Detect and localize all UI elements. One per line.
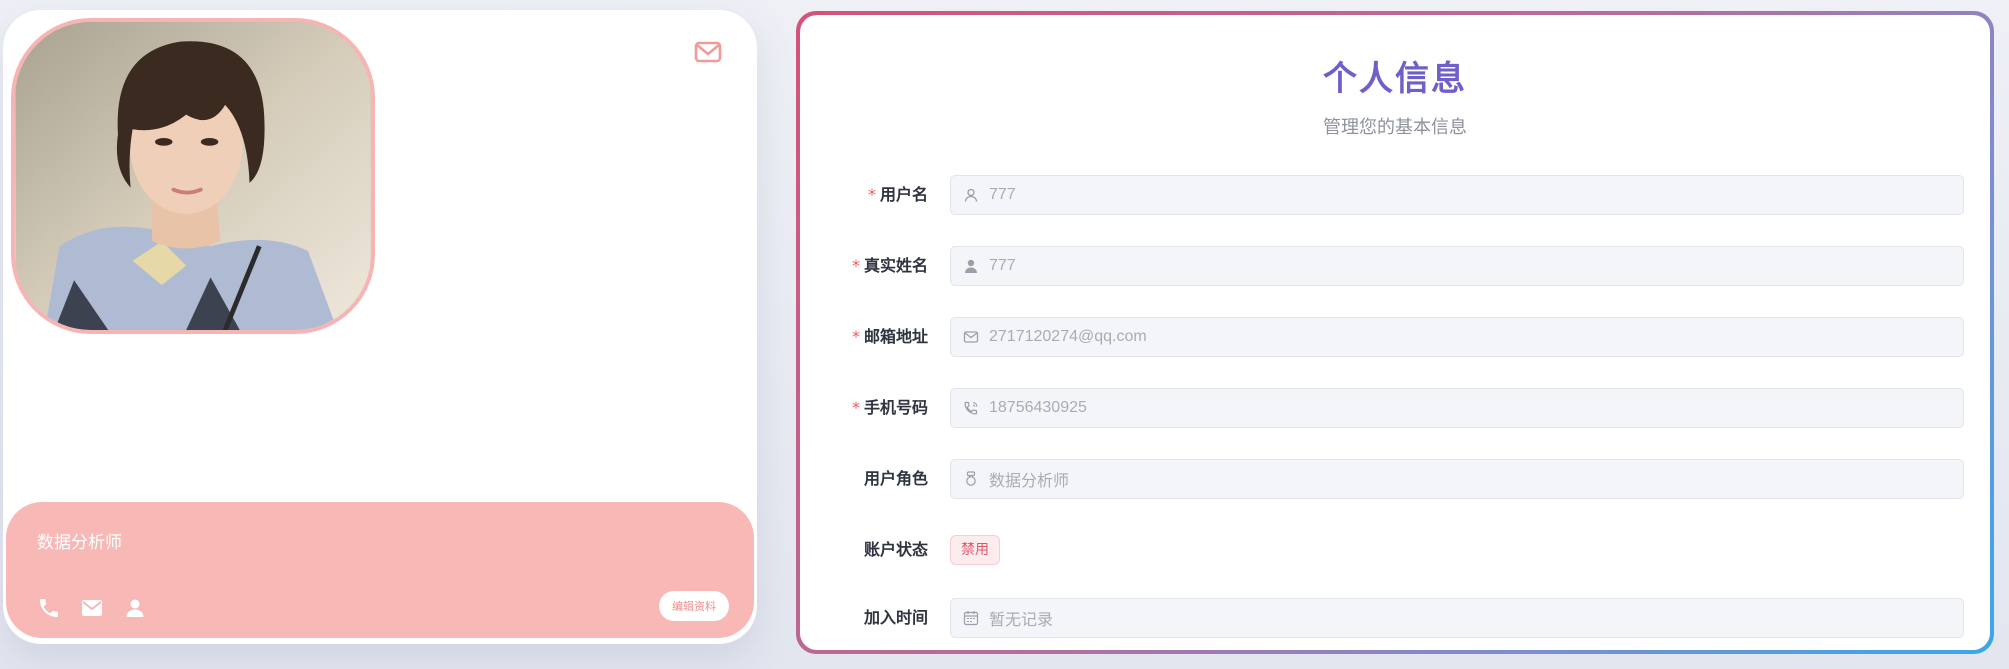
mail-icon[interactable] (80, 596, 104, 620)
form-row-status: 账户状态 禁用 (800, 530, 1990, 570)
joined-input[interactable] (989, 599, 1949, 637)
badge-icon (966, 471, 976, 486)
realname-input[interactable] (989, 247, 1949, 285)
email-label: * 邮箱地址 (851, 327, 928, 346)
user-icon[interactable] (123, 596, 147, 620)
form-row-phone: * 手机号码 (800, 388, 1990, 428)
mail-icon[interactable] (693, 37, 723, 67)
username-input[interactable] (989, 176, 1949, 214)
user-outline-icon (964, 188, 978, 202)
role-caption: 数据分析师 (37, 533, 122, 553)
required-mark: * (867, 185, 876, 204)
avatar-photo (15, 22, 371, 330)
required-mark: * (851, 256, 860, 275)
role-input[interactable] (989, 460, 1949, 498)
mail-icon (963, 331, 979, 343)
phone-field[interactable] (950, 388, 1964, 428)
role-field[interactable] (950, 459, 1964, 499)
role-label: 用户角色 (863, 469, 928, 488)
phone-icon (964, 401, 978, 415)
form-row-role: 用户角色 (800, 459, 1990, 499)
required-mark: * (851, 327, 860, 346)
page-subtitle: 管理您的基本信息 (1323, 117, 1467, 138)
user-filled-icon (965, 259, 977, 273)
edit-profile-button[interactable]: 编辑资料 (659, 591, 729, 621)
form-row-joined: 加入时间 (800, 598, 1990, 638)
required-mark: * (851, 398, 860, 417)
phone-label: * 手机号码 (851, 398, 928, 417)
phone-icon[interactable] (37, 596, 61, 620)
phone-input[interactable] (989, 389, 1949, 427)
email-field[interactable] (950, 317, 1964, 357)
info-card: 个人信息 管理您的基本信息 *用户名 *真实姓名 (796, 11, 1994, 654)
joined-field[interactable] (950, 598, 1964, 638)
profile-card: 数据分析师 编辑资料 (3, 10, 757, 644)
profile-footer: 数据分析师 编辑资料 (6, 502, 754, 638)
realname-label: * 真实姓名 (851, 256, 928, 275)
form-row-realname: * 真实姓名 (800, 246, 1990, 286)
status-badge: 禁用 (950, 535, 1000, 565)
avatar (11, 18, 375, 334)
realname-field[interactable] (950, 246, 1964, 286)
username-label: * 用户名 (867, 185, 928, 204)
username-field[interactable] (950, 175, 1964, 215)
page-title: 个人信息 (1323, 59, 1467, 99)
info-card-body: 个人信息 管理您的基本信息 *用户名 *真实姓名 (800, 15, 1990, 650)
form-row-email: * 邮箱地址 (800, 317, 1990, 357)
email-input[interactable] (989, 318, 1949, 356)
calendar-icon (963, 611, 979, 626)
joined-label: 加入时间 (863, 608, 928, 627)
form-row-username: * 用户名 (800, 175, 1990, 215)
status-label: 账户状态 (863, 540, 928, 559)
